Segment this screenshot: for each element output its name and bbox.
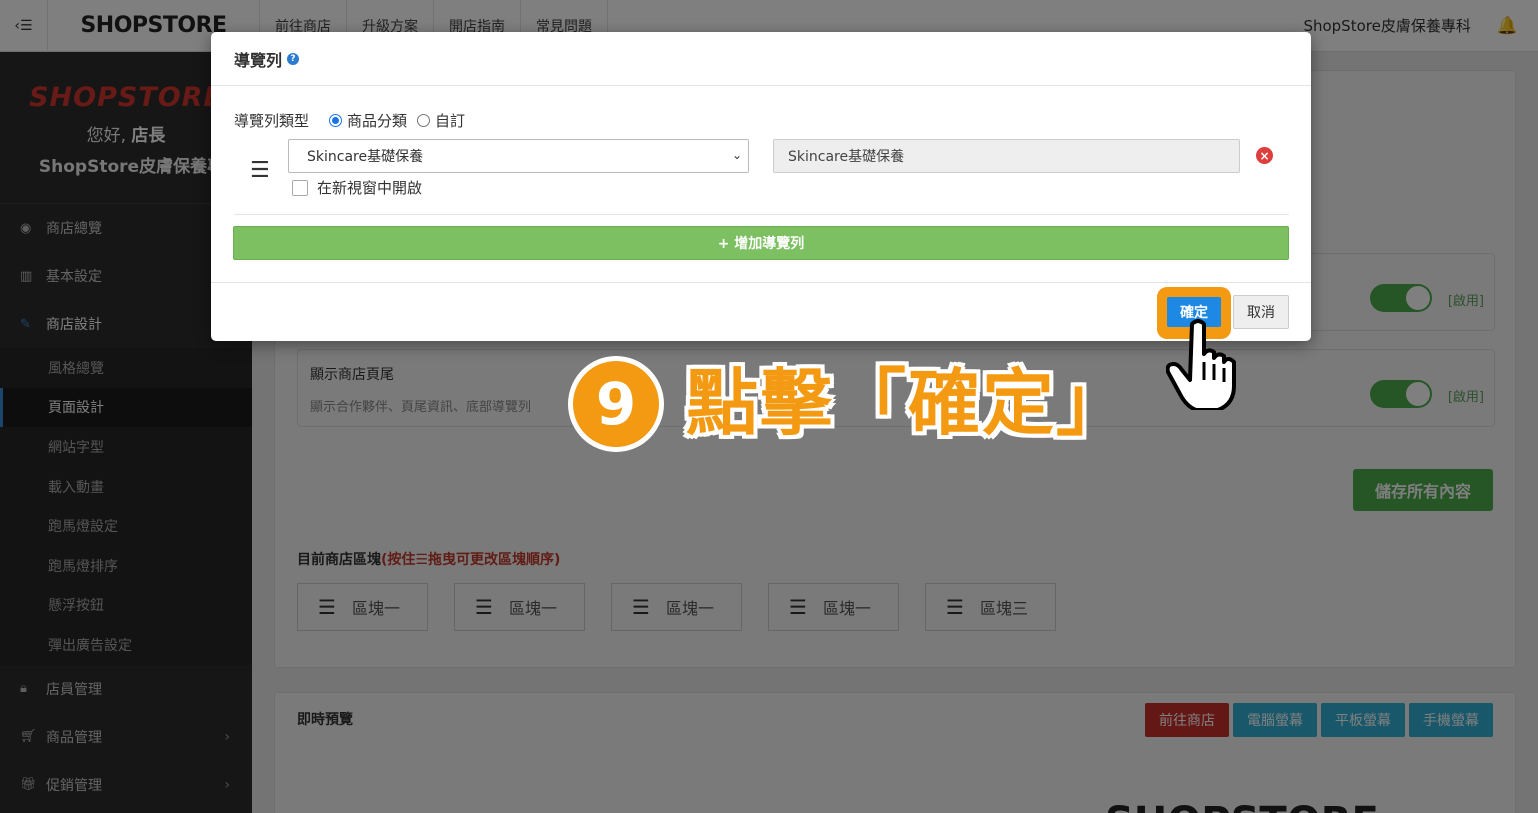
new-window-checkbox[interactable]: [292, 179, 308, 196]
nav-name-input[interactable]: Skincare基礎保養: [773, 139, 1240, 173]
radio-category-label: 商品分類: [347, 112, 408, 130]
radio-custom-button[interactable]: [417, 114, 431, 127]
remove-icon[interactable]: ×: [1256, 147, 1273, 164]
category-select[interactable]: Skincare基礎保養 ⌄: [288, 139, 749, 173]
new-window-label: 在新視窗中開啟: [317, 179, 423, 197]
step-number-badge: 9: [568, 356, 664, 452]
modal-separator: [234, 214, 1289, 215]
pointer-hand-icon: [1166, 319, 1236, 410]
category-select-value: Skincare基礎保養: [307, 149, 424, 165]
nav-modal: 導覽列 ? 導覽列類型 商品分類 自訂 ☰ Skincare基礎保養 ⌄ Ski…: [211, 32, 1311, 341]
cancel-button[interactable]: 取消: [1233, 295, 1289, 329]
drag-handle-icon[interactable]: ☰: [250, 160, 270, 182]
add-nav-button[interactable]: + 增加導覽列: [233, 226, 1289, 260]
chevron-down-icon: ⌄: [731, 148, 742, 162]
radio-custom-label: 自訂: [435, 112, 466, 130]
radio-custom[interactable]: 自訂: [417, 110, 465, 131]
modal-title: 導覽列: [234, 50, 283, 70]
radio-category-button[interactable]: [329, 114, 343, 127]
modal-footer: 確定 取消: [211, 282, 1311, 341]
radio-category[interactable]: 商品分類: [329, 110, 407, 131]
step-instruction: 點擊「確定」: [686, 361, 1131, 445]
nav-type-row: 導覽列類型 商品分類 自訂: [234, 110, 475, 131]
modal-header: 導覽列 ?: [211, 32, 1311, 86]
nav-type-label: 導覽列類型: [234, 112, 310, 130]
new-window-option[interactable]: 在新視窗中開啟: [292, 177, 422, 198]
help-icon[interactable]: ?: [287, 52, 300, 65]
